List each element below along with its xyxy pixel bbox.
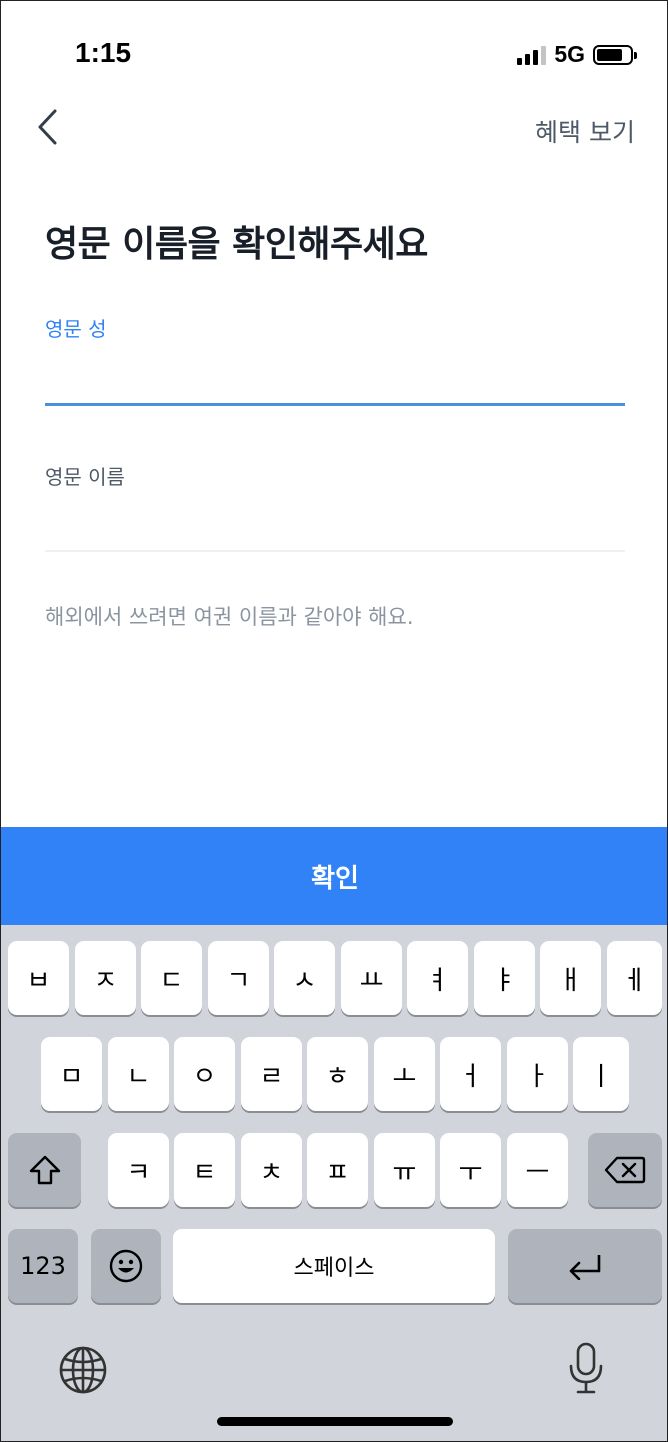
view-benefits-link[interactable]: 혜택 보기 [535, 113, 635, 149]
key[interactable]: ㅜ [440, 1133, 501, 1207]
key[interactable]: ㅊ [241, 1133, 302, 1207]
key[interactable]: ㄴ [108, 1037, 169, 1111]
first-name-input[interactable] [45, 498, 625, 548]
signal-icon [517, 45, 547, 65]
emoji-icon [109, 1249, 143, 1283]
status-indicators: 5G [517, 41, 637, 68]
last-name-input[interactable] [45, 351, 625, 401]
key[interactable]: ㅓ [440, 1037, 501, 1111]
page-title: 영문 이름을 확인해주세요 [45, 224, 428, 265]
key[interactable]: ㅗ [374, 1037, 435, 1111]
home-indicator[interactable] [217, 1417, 453, 1426]
back-button[interactable] [27, 105, 67, 149]
status-time: 1:15 [75, 37, 132, 68]
emoji-key[interactable] [91, 1229, 161, 1303]
key[interactable]: ㅐ [540, 941, 601, 1015]
space-key[interactable]: 스페이스 [173, 1229, 495, 1303]
key[interactable]: ㅌ [174, 1133, 235, 1207]
key[interactable]: ㅍ [307, 1133, 368, 1207]
confirm-button[interactable]: 확인 [1, 827, 667, 925]
last-name-underline [45, 403, 625, 406]
key[interactable]: ㅈ [75, 941, 136, 1015]
first-name-underline [45, 550, 625, 552]
shift-icon [29, 1155, 60, 1185]
key[interactable]: ㅣ [573, 1037, 629, 1111]
key[interactable]: ㅠ [374, 1133, 435, 1207]
key[interactable]: ㅕ [407, 941, 468, 1015]
helper-text: 해외에서 쓰려면 여권 이름과 같아야 해요. [45, 605, 414, 629]
return-icon [569, 1255, 601, 1280]
key[interactable]: ㄱ [208, 941, 269, 1015]
dictation-button[interactable] [567, 1341, 605, 1401]
key[interactable]: ㅡ [507, 1133, 568, 1207]
last-name-label: 영문 성 [45, 317, 107, 341]
backspace-icon [604, 1156, 646, 1184]
microphone-icon [569, 1342, 603, 1394]
globe-button[interactable] [57, 1344, 109, 1400]
globe-icon [59, 1346, 107, 1394]
key[interactable]: ㅔ [607, 941, 662, 1015]
key[interactable]: ㅋ [108, 1133, 169, 1207]
numbers-key[interactable]: 123 [8, 1229, 78, 1303]
key[interactable]: ㅇ [174, 1037, 235, 1111]
shift-key[interactable] [8, 1133, 81, 1207]
key[interactable]: ㅏ [507, 1037, 568, 1111]
key[interactable]: ㄷ [141, 941, 202, 1015]
key[interactable]: ㅂ [8, 941, 69, 1015]
network-label: 5G [554, 41, 585, 67]
backspace-key[interactable] [588, 1133, 662, 1207]
key[interactable]: ㅅ [274, 941, 335, 1015]
key[interactable]: ㄹ [241, 1037, 302, 1111]
key[interactable]: ㅛ [341, 941, 402, 1015]
battery-icon [593, 44, 637, 65]
key[interactable]: ㅑ [474, 941, 535, 1015]
key[interactable]: ㅁ [41, 1037, 102, 1111]
first-name-label: 영문 이름 [45, 465, 125, 489]
return-key[interactable] [508, 1229, 662, 1303]
chevron-left-icon [38, 109, 57, 145]
app-screen: 1:15 5G 혜택 보기 영문 이름을 확인해주세요 영문 성 영문 이름 해… [0, 0, 668, 1442]
key[interactable]: ㅎ [307, 1037, 368, 1111]
